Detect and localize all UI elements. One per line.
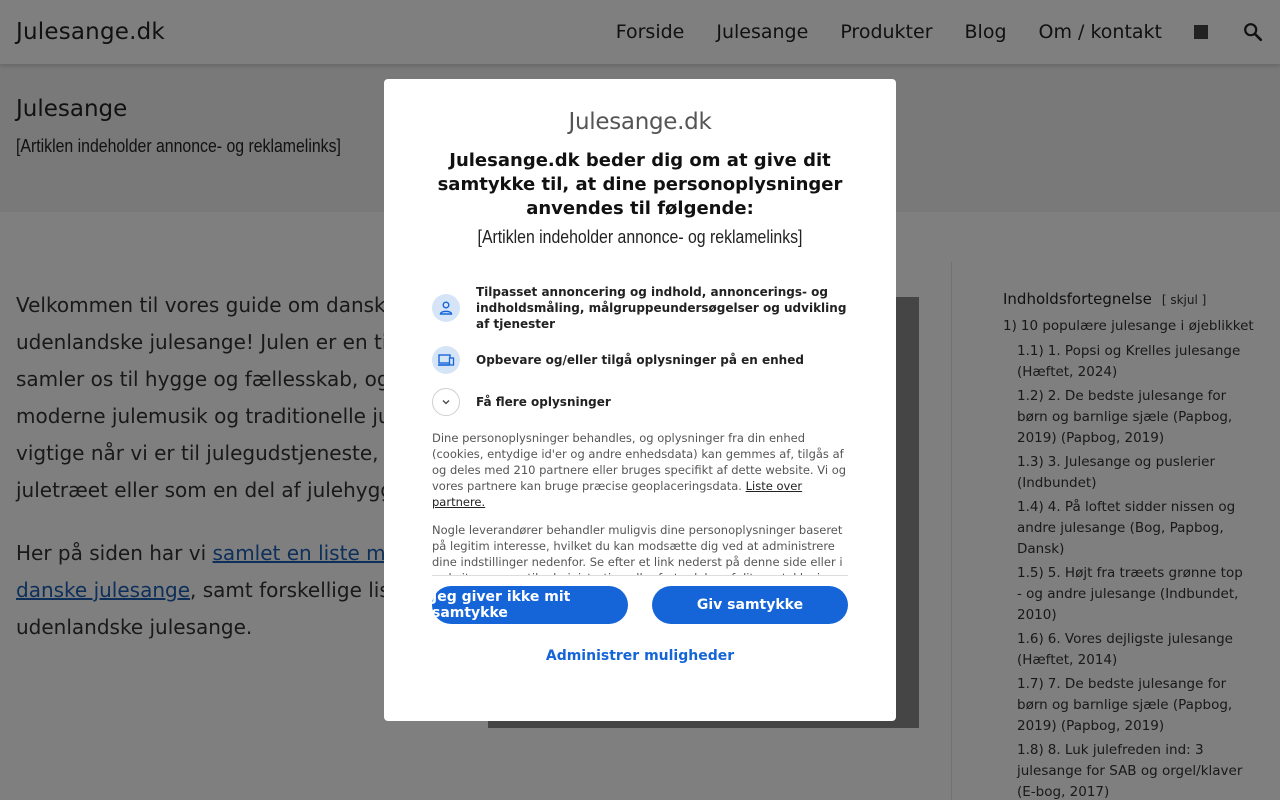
consent-purposes: Tilpasset annoncering og indhold, annonc… — [432, 284, 848, 416]
consent-dialog: Julesange.dk Julesange.dk beder dig om a… — [384, 79, 896, 721]
purpose-text: Opbevare og/eller tilgå oplysninger på e… — [476, 353, 804, 367]
consent-logo: Julesange.dk — [568, 109, 712, 135]
consent-buttons: Jeg giver ikke mit samtykke Giv samtykke — [432, 586, 848, 624]
consent-body[interactable]: Dine personoplysninger behandles, og opl… — [432, 430, 848, 576]
chevron-down-icon[interactable] — [432, 388, 460, 416]
person-icon — [432, 294, 460, 322]
purpose-personalised-ads: Tilpasset annoncering og indhold, annonc… — [432, 284, 848, 332]
purpose-device-storage: Opbevare og/eller tilgå oplysninger på e… — [432, 346, 848, 374]
consent-title: Julesange.dk beder dig om at give dit sa… — [437, 150, 843, 219]
consent-body-paragraph: Dine personoplysninger behandles, og opl… — [432, 431, 847, 509]
purpose-text: Tilpasset annoncering og indhold, annonc… — [476, 285, 847, 331]
consent-subtitle: [Artiklen indeholder annonce- og reklame… — [477, 227, 803, 247]
consent-body-paragraph: Nogle leverandører behandler muligvis di… — [432, 523, 843, 575]
accept-button[interactable]: Giv samtykke — [652, 586, 848, 624]
devices-icon — [432, 346, 460, 374]
decline-button[interactable]: Jeg giver ikke mit samtykke — [432, 586, 628, 624]
manage-options-link[interactable]: Administrer muligheder — [432, 648, 848, 664]
more-info-label[interactable]: Få flere oplysninger — [476, 394, 611, 410]
more-info-toggle[interactable]: Få flere oplysninger — [432, 388, 848, 416]
